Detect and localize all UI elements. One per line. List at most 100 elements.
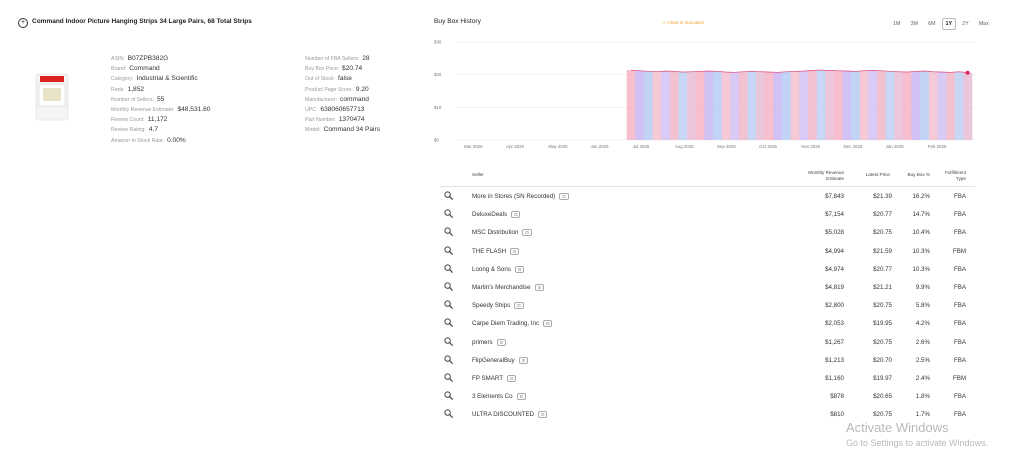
seller-name[interactable]: DeluxeDeals — [472, 211, 507, 218]
buy-box-bar[interactable] — [661, 71, 671, 140]
buy-box-bar[interactable] — [833, 70, 843, 140]
header-buybox[interactable]: Buy Box % — [898, 172, 930, 178]
seller-id-icon[interactable]: ⊡ — [534, 284, 544, 291]
seller-name[interactable]: More in Stores (SN Recorded) — [472, 193, 555, 200]
seller-cell[interactable]: FP SMART ⊡ — [472, 375, 517, 382]
buy-box-bar[interactable] — [868, 70, 878, 140]
buy-box-bar[interactable] — [851, 71, 861, 140]
header-fulfillment[interactable]: Fulfillment Type — [940, 170, 966, 182]
search-icon[interactable] — [444, 355, 453, 364]
table-row[interactable]: DeluxeDeals ⊡ $7,154 $20.77 14.7% FBA — [440, 207, 975, 225]
seller-cell[interactable]: Carpe Diem Trading, Inc ⊡ — [472, 320, 553, 328]
buy-box-bar[interactable] — [704, 71, 714, 140]
buy-box-bar[interactable] — [799, 71, 809, 140]
buy-box-bar[interactable] — [738, 71, 748, 140]
table-row[interactable]: FlipGeneralBuy ⊡ $1,213 $20.70 2.5% FBA — [440, 353, 975, 371]
buy-box-bar[interactable] — [747, 71, 757, 140]
table-row[interactable]: FP SMART ⊡ $1,160 $19.97 2.4% FBM — [440, 371, 975, 389]
seller-cell[interactable]: Speedy Ships ⊡ — [472, 302, 524, 309]
seller-id-icon[interactable]: ⊡ — [514, 302, 524, 310]
buy-box-bar[interactable] — [635, 70, 645, 140]
buy-box-bar[interactable] — [713, 71, 722, 140]
seller-name[interactable]: FlipGeneralBuy — [472, 357, 515, 364]
seller-name[interactable]: Loong & Sons — [472, 266, 511, 273]
header-price[interactable]: Latest Price — [856, 172, 890, 178]
buy-box-bar[interactable] — [643, 71, 653, 140]
seller-id-icon[interactable]: ⊡ — [496, 338, 506, 346]
buy-box-bar[interactable] — [790, 71, 800, 140]
range-button-1m[interactable]: 1M — [889, 18, 905, 30]
seller-name[interactable]: Carpe Diem Trading, Inc — [472, 321, 539, 328]
range-button-max[interactable]: Max — [975, 18, 993, 30]
table-row[interactable]: Carpe Diem Trading, Inc ⊡ $2,053 $19.95 4.2%… — [440, 316, 975, 334]
seller-cell[interactable]: FlipGeneralBuy ⊡ — [472, 356, 529, 364]
seller-cell[interactable]: MSC Distribution ⊡ — [472, 229, 532, 237]
table-row[interactable]: THE FLASH ⊡ $4,994 $21.59 10.3% FBM — [440, 244, 975, 262]
range-button-3m[interactable]: 3M — [907, 18, 923, 30]
buy-box-bar[interactable] — [842, 71, 852, 140]
buy-box-bar[interactable] — [954, 71, 964, 140]
buy-box-bar[interactable] — [764, 72, 774, 140]
buy-box-bar[interactable] — [695, 71, 705, 140]
buy-box-bar[interactable] — [937, 72, 947, 140]
header-revenue[interactable]: Monthly Revenue Estimate — [790, 170, 844, 182]
search-icon[interactable] — [444, 391, 453, 401]
latest-price-dot[interactable] — [965, 70, 970, 75]
search-icon[interactable] — [444, 227, 453, 237]
buy-box-bar[interactable] — [687, 71, 697, 140]
seller-cell[interactable]: More in Stores (SN Recorded) ⊡ — [472, 193, 569, 200]
buy-box-bar[interactable] — [885, 71, 895, 140]
seller-id-icon[interactable]: ⊡ — [559, 193, 569, 200]
buy-box-bar[interactable] — [730, 72, 740, 140]
buy-box-bar[interactable] — [825, 70, 835, 140]
seller-id-icon[interactable]: ⊡ — [543, 320, 553, 328]
search-icon[interactable] — [444, 209, 453, 219]
search-icon[interactable] — [444, 336, 453, 346]
seller-cell[interactable]: THE FLASH ⊡ — [472, 247, 520, 255]
seller-cell[interactable]: 3 Elements Co ⊡ — [472, 393, 526, 400]
search-icon[interactable] — [444, 300, 453, 310]
seller-name[interactable]: Speedy Ships — [472, 302, 510, 309]
buy-box-bar[interactable] — [963, 72, 973, 140]
buy-box-bar[interactable] — [902, 72, 912, 140]
seller-cell[interactable]: Loong & Sons ⊡ — [472, 265, 525, 273]
buy-box-bar[interactable] — [946, 72, 956, 140]
buy-box-bar[interactable] — [652, 71, 662, 140]
buy-box-bar[interactable] — [669, 71, 679, 140]
buy-box-history-chart[interactable]: $0 $10 $20 $30 Mar 2025 Apr 2025 May 2025 Jun 2… — [430, 34, 982, 154]
table-row[interactable]: More in Stores (SN Recorded) ⊡ $7,843 $21.3… — [440, 189, 975, 207]
header-seller[interactable]: Seller — [472, 172, 484, 178]
buy-box-bar[interactable] — [894, 71, 904, 140]
seller-id-icon[interactable]: ⊡ — [516, 393, 526, 401]
buy-box-bar[interactable] — [626, 70, 636, 140]
table-row[interactable]: Loong & Sons ⊡ $4,974 $20.77 10.3% FBA — [440, 262, 975, 280]
buy-box-bar[interactable] — [807, 70, 817, 140]
seller-name[interactable]: Martin's Merchandise — [472, 284, 531, 291]
buy-box-bar[interactable] — [928, 71, 938, 140]
range-button-1y[interactable]: 1Y — [941, 18, 957, 30]
search-icon[interactable] — [444, 245, 453, 255]
seller-id-icon[interactable]: ⊡ — [507, 375, 517, 382]
search-icon[interactable] — [444, 318, 453, 328]
buy-box-bar[interactable] — [816, 70, 826, 140]
seller-name[interactable]: 3 Elements Co — [472, 393, 513, 400]
table-row[interactable]: Speedy Ships ⊡ $2,800 $20.75 5.8% FBA — [440, 298, 975, 316]
seller-id-icon[interactable]: ⊡ — [511, 211, 521, 219]
buy-box-bar[interactable] — [756, 71, 766, 140]
seller-cell[interactable]: ULTRA DISCOUNTED ⊡ — [472, 411, 548, 419]
buy-box-bar[interactable] — [877, 70, 886, 140]
expand-plus-icon[interactable]: + — [18, 18, 28, 28]
seller-id-icon[interactable]: ⊡ — [518, 356, 529, 364]
table-row[interactable]: primers ⊡ $1,267 $20.75 2.6% FBA — [440, 335, 975, 353]
seller-id-icon[interactable]: ⊡ — [514, 265, 525, 273]
search-icon[interactable] — [444, 282, 453, 291]
seller-cell[interactable]: DeluxeDeals ⊡ — [472, 211, 521, 219]
range-button-2y[interactable]: 2Y — [958, 18, 973, 30]
seller-name[interactable]: ULTRA DISCOUNTED — [472, 412, 534, 419]
buy-box-bar[interactable] — [920, 71, 930, 140]
table-row[interactable]: 3 Elements Co ⊡ $878 $20.65 1.8% FBA — [440, 389, 975, 407]
search-icon[interactable] — [444, 409, 453, 419]
range-button-6m[interactable]: 6M — [924, 18, 940, 30]
seller-id-icon[interactable]: ⊡ — [522, 229, 532, 237]
search-icon[interactable] — [444, 373, 453, 382]
